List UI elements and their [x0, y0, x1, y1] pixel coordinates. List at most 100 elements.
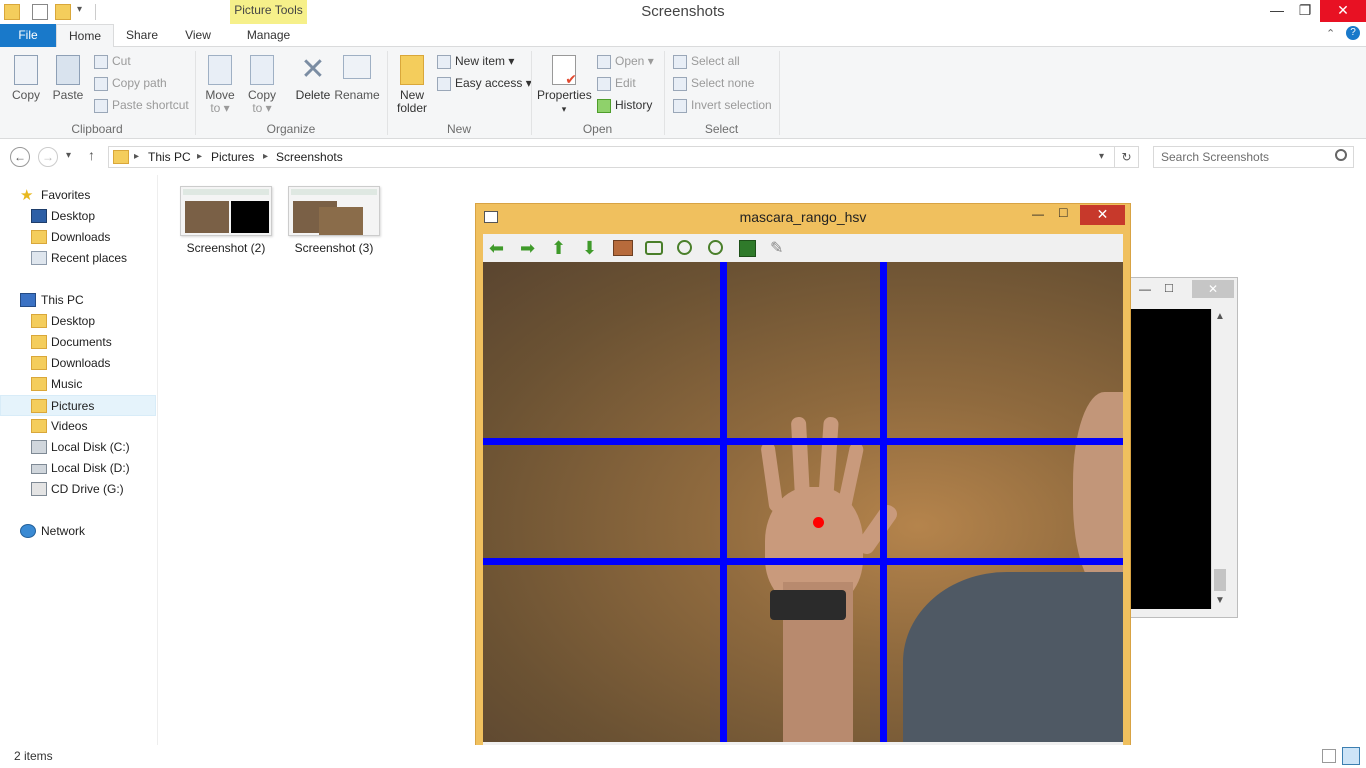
nav-pictures[interactable]: Pictures: [0, 395, 156, 416]
properties-brush-icon[interactable]: ✎: [770, 238, 792, 258]
folder-icon: [113, 150, 129, 164]
zoom-original-icon[interactable]: [613, 240, 633, 256]
select-none-button[interactable]: Select none: [673, 74, 754, 92]
nav-network-label: Network: [41, 524, 86, 538]
new-folder-label-2: folder: [396, 101, 428, 115]
drive-icon: [31, 464, 47, 474]
breadcrumb-pictures[interactable]: Pictures: [211, 147, 254, 167]
scroll-up-icon[interactable]: ▲: [1215, 311, 1225, 322]
background-window-maximize-icon[interactable]: □: [1165, 280, 1173, 295]
nav-this-pc[interactable]: This PC: [0, 290, 156, 311]
file-name[interactable]: Screenshot (3): [279, 241, 389, 255]
background-window-close-icon[interactable]: ✕: [1192, 280, 1234, 298]
nav-documents[interactable]: Documents: [0, 332, 156, 353]
file-thumbnail[interactable]: [180, 186, 272, 236]
paste-button[interactable]: Paste: [50, 55, 86, 102]
pan-right-icon[interactable]: ➡: [520, 238, 542, 258]
background-window-minimize-icon[interactable]: —: [1139, 282, 1151, 296]
image-window-minimize-button[interactable]: —: [1032, 207, 1044, 221]
pan-up-icon[interactable]: ⬆: [551, 238, 573, 258]
close-button[interactable]: ✕: [1320, 0, 1366, 22]
open-button[interactable]: Open ▾: [597, 52, 654, 70]
tab-home[interactable]: Home: [56, 24, 114, 48]
maximize-button[interactable]: ❐: [1290, 0, 1320, 22]
nav-label: Downloads: [51, 230, 111, 244]
move-to-button[interactable]: Move to ▾: [203, 55, 237, 115]
address-dropdown-icon[interactable]: ▾: [1099, 147, 1104, 167]
invert-selection-button[interactable]: Invert selection: [673, 96, 772, 114]
scroll-thumb[interactable]: [1214, 569, 1226, 591]
properties-button[interactable]: ✔ Properties ▾: [537, 55, 592, 116]
new-folder-button[interactable]: New folder: [393, 55, 431, 115]
help-icon[interactable]: ?: [1346, 26, 1360, 40]
thumbnail-image: [185, 201, 229, 233]
zoom-fit-icon[interactable]: [645, 241, 663, 255]
file-name[interactable]: Screenshot (2): [171, 241, 281, 255]
rename-label: Rename: [334, 88, 380, 102]
collapse-ribbon-icon[interactable]: ⌃: [1326, 27, 1335, 40]
thumbnail-image: [183, 189, 269, 195]
copy-to-button[interactable]: Copy to ▾: [245, 55, 279, 115]
chevron-right-icon[interactable]: ▸: [263, 147, 268, 167]
image-window-maximize-button[interactable]: □: [1059, 204, 1067, 220]
nav-favorites[interactable]: ★ Favorites: [0, 185, 156, 206]
large-icons-view-icon[interactable]: [1342, 747, 1360, 765]
history-button[interactable]: History: [597, 96, 652, 114]
chevron-right-icon[interactable]: ▸: [134, 147, 139, 167]
nav-recent-places[interactable]: Recent places: [0, 248, 156, 269]
nav-local-disk-d[interactable]: Local Disk (D:): [0, 458, 156, 479]
rename-button[interactable]: Rename: [334, 55, 380, 102]
up-arrow-icon[interactable]: ↑: [88, 147, 95, 163]
copy-button[interactable]: Copy: [8, 55, 44, 102]
cut-button[interactable]: Cut: [94, 52, 131, 70]
select-all-button[interactable]: Select all: [673, 52, 740, 70]
nav-pc-desktop[interactable]: Desktop: [0, 311, 156, 332]
tab-manage[interactable]: Manage: [230, 24, 307, 47]
copy-icon: [14, 55, 38, 85]
recent-locations-icon[interactable]: ▾: [66, 150, 71, 161]
image-window-close-button[interactable]: ✕: [1080, 205, 1125, 225]
documents-folder-icon: [31, 335, 47, 349]
nav-network[interactable]: Network: [0, 521, 156, 542]
new-item-button[interactable]: New item ▾: [437, 52, 514, 70]
pan-left-icon[interactable]: ⬅: [489, 238, 511, 258]
search-icon[interactable]: [1335, 149, 1347, 161]
chevron-right-icon[interactable]: ▸: [197, 147, 202, 167]
delete-button[interactable]: ✕ Delete: [292, 55, 334, 102]
minimize-button[interactable]: —: [1262, 0, 1292, 22]
videos-folder-icon: [31, 419, 47, 433]
refresh-icon[interactable]: ↻: [1115, 146, 1139, 168]
details-view-icon[interactable]: [1322, 749, 1336, 763]
scrollbar[interactable]: ▲ ▼: [1211, 309, 1228, 609]
nav-cd-drive[interactable]: CD Drive (G:): [0, 479, 156, 500]
nav-local-disk-c[interactable]: Local Disk (C:): [0, 437, 156, 458]
organize-group-label: Organize: [266, 122, 316, 136]
nav-pc-downloads[interactable]: Downloads: [0, 353, 156, 374]
nav-videos[interactable]: Videos: [0, 416, 156, 437]
image-window-title: mascara_rango_hsv: [739, 209, 867, 225]
nav-fav-downloads[interactable]: Downloads: [0, 227, 156, 248]
pan-down-icon[interactable]: ⬇: [582, 238, 604, 258]
forward-button[interactable]: →: [38, 147, 58, 167]
file-thumbnail[interactable]: [288, 186, 380, 236]
easy-access-button[interactable]: Easy access ▾: [437, 74, 532, 92]
save-icon[interactable]: [739, 240, 756, 257]
breadcrumb-this-pc[interactable]: This PC: [148, 147, 191, 167]
zoom-out-icon[interactable]: [708, 240, 723, 255]
zoom-in-icon[interactable]: [677, 240, 692, 255]
tab-share[interactable]: Share: [118, 24, 166, 47]
paste-label: Paste: [52, 88, 84, 102]
search-input[interactable]: Search Screenshots: [1153, 146, 1354, 168]
tab-file[interactable]: File: [0, 24, 56, 47]
breadcrumb-screenshots[interactable]: Screenshots: [276, 147, 343, 167]
paste-shortcut-button[interactable]: Paste shortcut: [94, 96, 189, 114]
edit-button[interactable]: Edit: [597, 74, 636, 92]
address-bar[interactable]: ▸ This PC ▸ Pictures ▸ Screenshots ▾: [108, 146, 1115, 168]
nav-label: Pictures: [51, 399, 95, 413]
scroll-down-icon[interactable]: ▼: [1215, 595, 1225, 606]
back-button[interactable]: ←: [10, 147, 30, 167]
nav-music[interactable]: Music: [0, 374, 156, 395]
copy-path-button[interactable]: Copy path: [94, 74, 167, 92]
tab-view[interactable]: View: [176, 24, 220, 47]
nav-fav-desktop[interactable]: Desktop: [0, 206, 156, 227]
